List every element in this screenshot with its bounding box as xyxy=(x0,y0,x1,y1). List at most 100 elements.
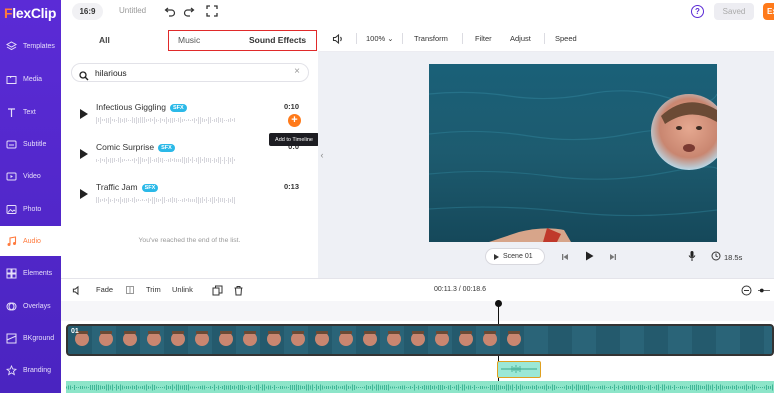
microphone-icon[interactable] xyxy=(686,250,698,262)
sidebar-item-bkground[interactable]: BKground xyxy=(0,323,61,353)
divider xyxy=(356,33,357,44)
delete-icon[interactable] xyxy=(232,284,244,296)
audio-waveform xyxy=(96,196,235,204)
flexclip-logo: FlexClip xyxy=(4,5,57,21)
next-icon[interactable] xyxy=(607,251,619,263)
top-bar: 16:9 Untitled ? Saved Ex xyxy=(61,0,774,24)
sidebar-item-subtitle[interactable]: Subtitle xyxy=(0,129,61,159)
timeline-time: 00:11.3 / 00:18.6 xyxy=(434,286,487,293)
photo-icon xyxy=(6,204,17,215)
saved-button: Saved xyxy=(714,3,754,20)
duplicate-icon[interactable] xyxy=(211,284,223,296)
audio-track[interactable] xyxy=(66,381,774,393)
fullscreen-icon[interactable] xyxy=(206,5,218,17)
sidebar-item-elements[interactable]: Elements xyxy=(0,258,61,288)
audio-item-traffic-jam[interactable]: Traffic Jam SFX 0:13 xyxy=(71,176,305,212)
video-track-clip[interactable]: 01 xyxy=(66,324,774,356)
search-box[interactable]: hilarious × xyxy=(71,63,309,82)
unlink-button[interactable]: Unlink xyxy=(172,285,193,294)
sidebar-item-photo[interactable]: Photo xyxy=(0,194,61,224)
background-icon xyxy=(6,333,17,344)
timeline-ruler[interactable] xyxy=(61,301,774,321)
play-icon[interactable] xyxy=(80,189,88,199)
volume-icon[interactable] xyxy=(332,33,344,45)
trim-button[interactable]: Trim xyxy=(146,285,161,294)
aspect-ratio-button[interactable]: 16:9 xyxy=(72,3,103,20)
sidebar-item-text[interactable]: Text xyxy=(0,97,61,127)
overlays-icon xyxy=(6,301,17,312)
timeline: Fade Trim Unlink 00:11.3 / 00:18.6 01 xyxy=(61,278,774,393)
clip-waveform xyxy=(501,365,537,373)
audio-item-infectious-giggling[interactable]: Infectious Giggling SFX 0:10 xyxy=(71,96,305,132)
tab-music[interactable]: Music xyxy=(178,35,200,45)
audio-track-waveform xyxy=(66,384,773,391)
undo-icon[interactable] xyxy=(164,5,176,17)
audio-panel: All Music Sound Effects hilarious × Infe… xyxy=(61,24,319,278)
sidebar-item-media[interactable]: Media xyxy=(0,64,61,94)
video-thumbnails xyxy=(68,326,772,354)
subtitle-icon xyxy=(6,139,17,150)
preview-toolbar: 100% ⌄ Transform Filter Adjust Speed xyxy=(318,24,774,52)
elements-icon xyxy=(6,268,17,279)
zoom-slider[interactable] xyxy=(758,284,770,296)
scene-play-button[interactable]: Scene 01 xyxy=(485,248,545,265)
play-icon xyxy=(494,253,499,260)
volume-icon[interactable] xyxy=(71,284,83,296)
help-icon[interactable]: ? xyxy=(691,5,704,18)
music-icon xyxy=(6,235,17,247)
previous-icon[interactable] xyxy=(559,251,571,263)
zoom-select[interactable]: 100% ⌄ xyxy=(366,34,394,43)
audio-duration: 0:10 xyxy=(283,102,299,111)
player-controls: Scene 01 18.5s xyxy=(318,245,774,269)
video-icon xyxy=(6,171,17,182)
audio-title: Traffic Jam xyxy=(96,182,138,192)
sidebar-item-templates[interactable]: Templates xyxy=(0,31,61,61)
clear-search-icon[interactable]: × xyxy=(294,66,300,77)
play-icon[interactable] xyxy=(583,250,595,262)
timeline-toolbar: Fade Trim Unlink 00:11.3 / 00:18.6 xyxy=(61,279,774,301)
search-input[interactable]: hilarious xyxy=(95,68,127,78)
playhead-handle[interactable] xyxy=(495,300,502,307)
speed-button[interactable]: Speed xyxy=(555,34,577,43)
sfx-badge: SFX xyxy=(158,144,175,152)
sidebar-item-overlays[interactable]: Overlays xyxy=(0,291,61,321)
divider xyxy=(462,33,463,44)
audio-duration: 0:13 xyxy=(283,182,299,191)
duration-display: 18.5s xyxy=(711,251,742,263)
divider xyxy=(402,33,403,44)
redo-icon[interactable] xyxy=(183,5,195,17)
sound-effect-clip[interactable] xyxy=(497,361,541,378)
zoom-out-icon[interactable] xyxy=(740,284,752,296)
tab-all[interactable]: All xyxy=(99,35,110,45)
sidebar: FlexClip Templates Media Text Subtitle V… xyxy=(0,0,61,393)
end-of-list-text: You've reached the end of the list. xyxy=(138,237,241,244)
clip-number: 01 xyxy=(71,328,79,335)
text-icon xyxy=(6,107,17,118)
sidebar-item-video[interactable]: Video xyxy=(0,161,61,191)
collapse-panel-icon[interactable]: ‹ xyxy=(318,145,326,165)
preview-area: 100% ⌄ Transform Filter Adjust Speed Sce… xyxy=(318,24,774,278)
sfx-badge: SFX xyxy=(169,104,187,112)
play-icon[interactable] xyxy=(80,109,88,119)
tab-sound-effects[interactable]: Sound Effects xyxy=(249,35,306,45)
filter-button[interactable]: Filter xyxy=(475,34,492,43)
sidebar-item-audio[interactable]: Audio xyxy=(0,226,61,256)
video-preview[interactable] xyxy=(429,64,717,242)
play-icon[interactable] xyxy=(80,149,88,159)
audio-title: Infectious Giggling xyxy=(96,102,166,112)
video-frame-image xyxy=(429,64,717,242)
fade-button[interactable]: Fade xyxy=(96,285,113,294)
export-button[interactable]: Ex xyxy=(763,3,774,20)
audio-title: Comic Surprise xyxy=(96,142,155,152)
project-title[interactable]: Untitled xyxy=(119,6,146,15)
sfx-badge: SFX xyxy=(141,184,159,192)
add-to-timeline-tooltip: Add to Timeline xyxy=(269,133,319,146)
transform-button[interactable]: Transform xyxy=(414,34,448,43)
audio-waveform xyxy=(96,156,235,164)
layers-icon xyxy=(6,40,17,52)
add-to-timeline-button[interactable]: + xyxy=(288,114,301,127)
sidebar-item-branding[interactable]: Branding xyxy=(0,355,61,385)
adjust-button[interactable]: Adjust xyxy=(510,34,531,43)
branding-icon xyxy=(6,364,17,376)
divider xyxy=(544,33,545,44)
